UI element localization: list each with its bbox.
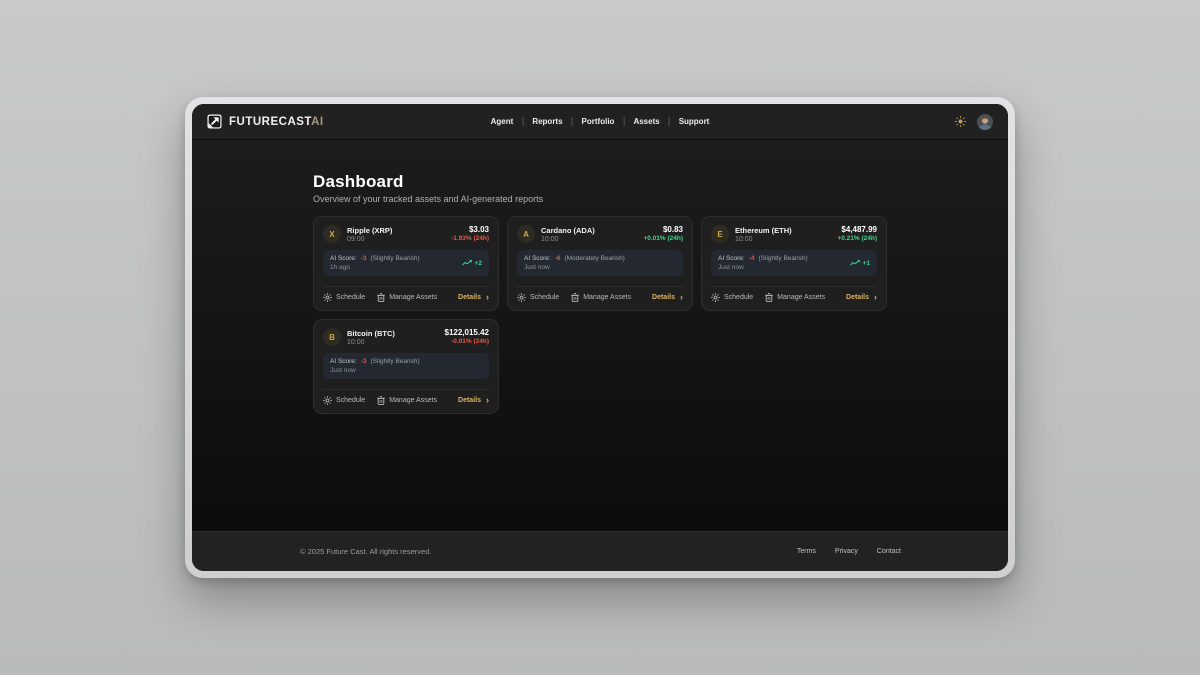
ai-score-label: AI Score: bbox=[524, 255, 551, 262]
trend-up-badge: +2 bbox=[462, 260, 482, 267]
manage-assets-button[interactable]: Manage Assets bbox=[765, 293, 825, 302]
ai-score-sentiment: (Slightly Bearish) bbox=[759, 255, 808, 262]
schedule-button[interactable]: Schedule bbox=[323, 293, 365, 302]
page-footer: © 2025 Future Cast. All rights reserved.… bbox=[192, 531, 1008, 571]
brand-name: FUTURECASTAI bbox=[229, 116, 324, 128]
asset-price: $4,487.99 bbox=[841, 225, 877, 234]
ai-score-label: AI Score: bbox=[330, 358, 357, 365]
asset-time: 10:00 bbox=[541, 236, 595, 243]
page-subtitle: Overview of your tracked assets and AI-g… bbox=[313, 194, 1008, 204]
asset-price: $3.03 bbox=[469, 225, 489, 234]
gear-icon bbox=[517, 293, 526, 302]
theme-toggle-sun-icon[interactable] bbox=[955, 116, 966, 127]
copyright-text: © 2025 Future Cast. All rights reserved. bbox=[300, 547, 431, 556]
chevron-right-icon: › bbox=[486, 294, 489, 301]
trash-icon bbox=[377, 293, 385, 302]
user-avatar[interactable] bbox=[977, 114, 993, 130]
trend-up-icon bbox=[850, 260, 860, 266]
manage-assets-button[interactable]: Manage Assets bbox=[377, 396, 437, 405]
schedule-button[interactable]: Schedule bbox=[323, 396, 365, 405]
asset-name: Ethereum (ETH) bbox=[735, 226, 792, 235]
chevron-right-icon: › bbox=[874, 294, 877, 301]
footer-links: Terms Privacy Contact bbox=[797, 548, 901, 555]
ai-score-sentiment: (Slightly Bearish) bbox=[371, 255, 420, 262]
asset-letter-avatar: E bbox=[711, 225, 729, 243]
app-screen: FUTURECASTAI Agent Reports Portfolio Ass… bbox=[192, 104, 1008, 571]
dashboard-content: Dashboard Overview of your tracked asset… bbox=[192, 140, 1008, 531]
asset-name: Bitcoin (BTC) bbox=[347, 329, 395, 338]
ai-score-updated: Just now bbox=[330, 367, 420, 374]
manage-assets-button[interactable]: Manage Assets bbox=[377, 293, 437, 302]
chevron-right-icon: › bbox=[486, 397, 489, 404]
ai-score-label: AI Score: bbox=[330, 255, 357, 262]
nav-item-agent[interactable]: Agent bbox=[491, 117, 514, 126]
nav-item-support[interactable]: Support bbox=[660, 117, 710, 126]
details-button[interactable]: Details› bbox=[458, 397, 489, 404]
ai-score-box: AI Score: -3 (Slightly Bearish) 1h ago +… bbox=[323, 250, 489, 276]
ai-score-sentiment: (Moderately Bearish) bbox=[565, 255, 625, 262]
main-nav: Agent Reports Portfolio Assets Support bbox=[491, 104, 710, 139]
details-button[interactable]: Details› bbox=[458, 294, 489, 301]
details-button[interactable]: Details› bbox=[652, 294, 683, 301]
header-actions bbox=[955, 114, 993, 130]
asset-name: Ripple (XRP) bbox=[347, 226, 392, 235]
asset-price: $122,015.42 bbox=[445, 328, 490, 337]
trend-up-badge: +1 bbox=[850, 260, 870, 267]
schedule-button[interactable]: Schedule bbox=[517, 293, 559, 302]
asset-time: 09:00 bbox=[347, 236, 392, 243]
details-button[interactable]: Details› bbox=[846, 294, 877, 301]
asset-letter-avatar: X bbox=[323, 225, 341, 243]
ai-score-value: -4 bbox=[749, 255, 755, 262]
asset-price: $0.83 bbox=[663, 225, 683, 234]
footer-link-privacy[interactable]: Privacy bbox=[835, 548, 858, 555]
ai-score-updated: Just now bbox=[524, 264, 625, 271]
ai-score-box: AI Score: -4 (Slightly Bearish) Just now… bbox=[711, 250, 877, 276]
ai-score-box: AI Score: -6 (Moderately Bearish) Just n… bbox=[517, 250, 683, 276]
trash-icon bbox=[571, 293, 579, 302]
gear-icon bbox=[711, 293, 720, 302]
top-navbar: FUTURECASTAI Agent Reports Portfolio Ass… bbox=[192, 104, 1008, 140]
gear-icon bbox=[323, 396, 332, 405]
ai-score-value: -3 bbox=[361, 358, 367, 365]
trash-icon bbox=[765, 293, 773, 302]
app-window: FUTURECASTAI Agent Reports Portfolio Ass… bbox=[185, 97, 1015, 578]
asset-name: Cardano (ADA) bbox=[541, 226, 595, 235]
asset-change: +0.21% (24h) bbox=[837, 235, 877, 242]
asset-time: 10:00 bbox=[347, 339, 395, 346]
trash-icon bbox=[377, 396, 385, 405]
footer-link-contact[interactable]: Contact bbox=[877, 548, 901, 555]
ai-score-label: AI Score: bbox=[718, 255, 745, 262]
nav-item-reports[interactable]: Reports bbox=[513, 117, 562, 126]
schedule-button[interactable]: Schedule bbox=[711, 293, 753, 302]
trend-up-icon bbox=[462, 260, 472, 266]
asset-letter-avatar: A bbox=[517, 225, 535, 243]
asset-letter-avatar: B bbox=[323, 328, 341, 346]
ai-score-updated: Just now bbox=[718, 264, 808, 271]
asset-card-ripple: X Ripple (XRP) 09:00 $3.03 -1.93% (24h) bbox=[313, 216, 499, 311]
ai-score-value: -6 bbox=[555, 255, 561, 262]
nav-item-portfolio[interactable]: Portfolio bbox=[563, 117, 615, 126]
brand-logo-icon bbox=[207, 114, 222, 129]
nav-item-assets[interactable]: Assets bbox=[614, 117, 659, 126]
asset-card-ethereum: E Ethereum (ETH) 10:00 $4,487.99 +0.21% … bbox=[701, 216, 887, 311]
asset-change: +0.01% (24h) bbox=[643, 235, 683, 242]
ai-score-box: AI Score: -3 (Slightly Bearish) Just now bbox=[323, 353, 489, 379]
footer-link-terms[interactable]: Terms bbox=[797, 548, 816, 555]
ai-score-updated: 1h ago bbox=[330, 264, 420, 271]
page-title: Dashboard bbox=[313, 172, 1008, 192]
asset-change: -0.01% (24h) bbox=[451, 338, 489, 345]
asset-card-cardano: A Cardano (ADA) 10:00 $0.83 +0.01% (24h) bbox=[507, 216, 693, 311]
ai-score-value: -3 bbox=[361, 255, 367, 262]
asset-change: -1.93% (24h) bbox=[451, 235, 489, 242]
asset-card-grid: X Ripple (XRP) 09:00 $3.03 -1.93% (24h) bbox=[313, 216, 1008, 414]
asset-time: 10:00 bbox=[735, 236, 792, 243]
chevron-right-icon: › bbox=[680, 294, 683, 301]
asset-card-bitcoin: B Bitcoin (BTC) 10:00 $122,015.42 -0.01%… bbox=[313, 319, 499, 414]
gear-icon bbox=[323, 293, 332, 302]
ai-score-sentiment: (Slightly Bearish) bbox=[371, 358, 420, 365]
brand: FUTURECASTAI bbox=[207, 114, 324, 129]
manage-assets-button[interactable]: Manage Assets bbox=[571, 293, 631, 302]
